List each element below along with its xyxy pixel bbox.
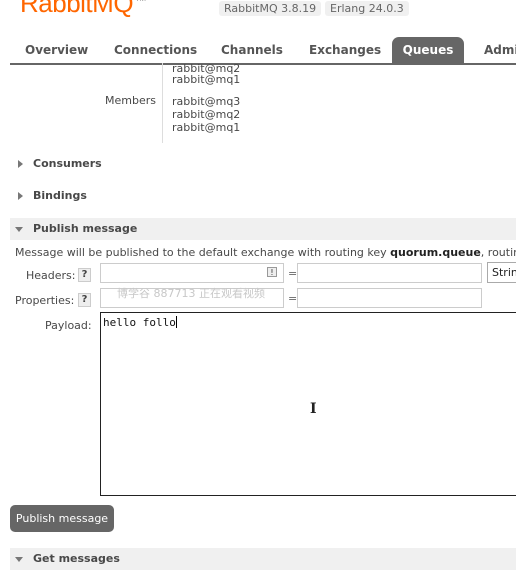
rabbitmq-version-badge: RabbitMQ 3.8.19 xyxy=(219,1,322,16)
section-get-messages[interactable]: Get messages xyxy=(10,548,516,570)
warning-icon: ! xyxy=(267,267,277,277)
tab-exchanges[interactable]: Exchanges xyxy=(299,37,391,63)
collapse-arrow-icon xyxy=(15,557,23,562)
video-watermark: 博学谷 887713 正在观看视频 xyxy=(117,287,265,300)
expand-arrow-icon xyxy=(18,192,23,200)
tab-connections[interactable]: Connections xyxy=(104,37,207,63)
text-caret xyxy=(175,316,177,328)
collapse-arrow-icon xyxy=(15,227,23,232)
equals-sign: = xyxy=(288,292,298,305)
members-label: Members xyxy=(105,94,156,107)
section-title: Get messages xyxy=(33,552,120,565)
publish-hint: Message will be published to the default… xyxy=(15,246,516,259)
equals-sign: = xyxy=(288,267,298,280)
erlang-version-badge: Erlang 24.0.3 xyxy=(325,1,409,16)
section-title: Consumers xyxy=(33,157,102,170)
member-item: rabbit@mq3 xyxy=(172,95,241,108)
member-item: rabbit@mq2 xyxy=(172,108,241,121)
tab-overview[interactable]: Overview xyxy=(15,37,98,63)
tab-admin[interactable]: Admin xyxy=(474,37,516,63)
tabs-underline xyxy=(10,63,516,65)
section-title: Publish message xyxy=(33,222,138,235)
property-value-input[interactable] xyxy=(297,288,482,308)
payload-label: Payload: xyxy=(45,319,92,332)
headers-help-icon[interactable]: ? xyxy=(78,268,91,282)
headers-label: Headers: xyxy=(26,269,76,282)
main-nav-tabs: Overview Connections Channels Exchanges … xyxy=(0,37,516,63)
prev-member-item: rabbit@mq1 xyxy=(172,73,241,86)
expand-arrow-icon xyxy=(18,160,23,168)
properties-label: Properties: xyxy=(15,294,75,307)
details-divider xyxy=(162,63,163,143)
header-key-input[interactable] xyxy=(100,263,284,283)
header-value-input[interactable] xyxy=(297,263,482,283)
section-title: Bindings xyxy=(33,189,87,202)
trademark-mark: TM xyxy=(135,0,146,3)
publish-message-button[interactable]: Publish message xyxy=(10,505,114,532)
tab-queues[interactable]: Queues xyxy=(392,37,464,63)
member-item: rabbit@mq1 xyxy=(172,121,241,134)
payload-text: hello follo xyxy=(103,316,176,329)
routing-key: quorum.queue xyxy=(390,246,481,259)
section-publish-message[interactable]: Publish message xyxy=(10,218,516,240)
properties-help-icon[interactable]: ? xyxy=(78,293,91,307)
header-type-select[interactable]: String xyxy=(487,262,516,283)
section-bindings[interactable]: Bindings xyxy=(10,185,516,207)
tab-channels[interactable]: Channels xyxy=(211,37,293,63)
payload-textarea[interactable]: hello follo xyxy=(100,312,516,496)
text-cursor-icon: I xyxy=(310,401,317,417)
rabbitmq-logo[interactable]: RabbitMQTM xyxy=(20,0,146,19)
section-consumers[interactable]: Consumers xyxy=(10,153,516,175)
